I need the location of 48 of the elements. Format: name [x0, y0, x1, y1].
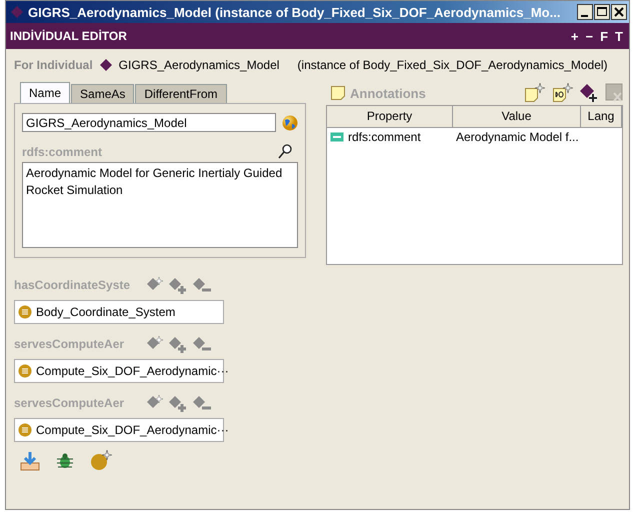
- bug-icon[interactable]: [56, 452, 74, 470]
- editor-title: INDİVİDUAL EDİTOR: [10, 29, 127, 43]
- table-cell-text: Aerodynamic Model f...: [455, 130, 580, 144]
- diamond-icon: [10, 5, 24, 19]
- name-field[interactable]: GIGRS_Aerodynamics_Model: [22, 113, 276, 132]
- download-icon[interactable]: [20, 451, 40, 471]
- tab[interactable]: DifferentFrom: [135, 84, 227, 103]
- comment-label: rdfs:comment: [22, 145, 102, 159]
- comment-field[interactable]: Aerodynamic Model for Generic Inertialy Guided Rocket Simulation: [22, 162, 298, 248]
- header-button[interactable]: −: [584, 28, 596, 44]
- search-icon[interactable]: [278, 144, 292, 160]
- instance-of-label: (instance of Body_Fixed_Six_DOF_Aerodynamics_Model): [297, 58, 608, 72]
- globe-icon[interactable]: [282, 114, 298, 130]
- remove-diamond-icon[interactable]: [192, 276, 212, 294]
- diamond-icon: [98, 58, 113, 72]
- individual-name: GIGRS_Aerodynamics_Model: [118, 58, 280, 72]
- new-note-icon[interactable]: [523, 83, 545, 103]
- for-individual-label: For Individual: [14, 58, 93, 72]
- individual-icon: [18, 364, 32, 378]
- annotations-title: Annotations: [350, 86, 426, 100]
- individual-icon: [18, 423, 32, 437]
- header-button[interactable]: +: [568, 28, 580, 44]
- new-individual-icon[interactable]: [90, 450, 112, 472]
- property-label: servesComputeAer: [14, 396, 126, 410]
- value-field[interactable]: Body_Coordinate_System: [14, 300, 224, 324]
- tab[interactable]: SameAs: [71, 84, 134, 103]
- property-label: hasCoordinateSyste: [14, 278, 132, 292]
- header-button[interactable]: T: [613, 28, 625, 44]
- minimize-icon[interactable]: [577, 4, 593, 20]
- table-cell: rdfs:comment: [348, 130, 421, 144]
- new-doc-note-icon[interactable]: [551, 83, 573, 103]
- column-header[interactable]: Property: [327, 106, 453, 127]
- delete-icon[interactable]: [605, 83, 623, 103]
- add-diamond-icon[interactable]: [579, 83, 599, 103]
- window-title: GIGRS_Aerodynamics_Model (instance of Body_Fixed_Six_DOF_Aerodynamics_Mo...: [28, 4, 562, 20]
- remove-diamond-icon[interactable]: [192, 394, 212, 412]
- property-label: servesComputeAer: [14, 337, 126, 351]
- individual-icon: [18, 305, 32, 319]
- value-text: Body_Coordinate_System: [36, 305, 176, 319]
- maximize-icon[interactable]: [594, 4, 610, 20]
- remove-diamond-icon[interactable]: [192, 335, 212, 353]
- column-header[interactable]: Lang: [581, 106, 622, 127]
- close-icon[interactable]: [611, 4, 627, 20]
- note-icon: [330, 85, 346, 101]
- header-button[interactable]: F: [598, 28, 610, 44]
- tab[interactable]: Name: [20, 82, 70, 103]
- property-icon: [330, 132, 344, 142]
- column-header[interactable]: Value: [453, 106, 581, 127]
